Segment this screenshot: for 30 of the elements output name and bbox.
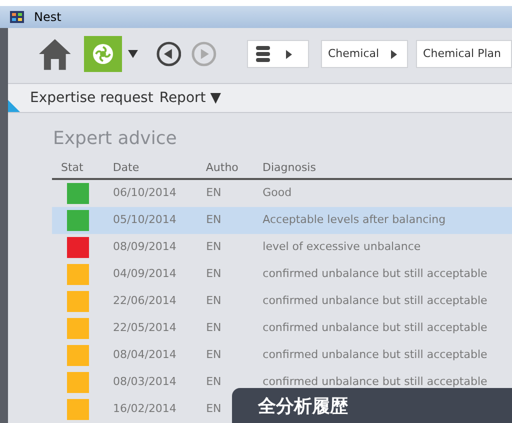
table-cell: confirmed unbalance but still acceptable	[262, 294, 488, 308]
table-cell: 08/09/2014	[113, 240, 176, 254]
table-cell: 22/05/2014	[113, 321, 176, 334]
table-cell: 16/02/2014	[113, 402, 176, 416]
table-cell: Good	[262, 186, 292, 200]
table-cell: 08/04/2014	[113, 348, 176, 362]
table-cell: level of excessive unbalance	[262, 240, 421, 254]
table-cell: EN	[206, 267, 222, 280]
table-cell: EN	[206, 321, 222, 334]
table-cell: EN	[206, 402, 222, 416]
table-cell: Acceptable levels after balancing	[262, 213, 446, 226]
table-cell: EN	[206, 294, 222, 308]
subbar-title: Expertise request	[30, 88, 154, 108]
table-cell: EN	[206, 213, 222, 226]
table-cell: confirmed unbalance but still acceptable	[262, 321, 488, 334]
section-title: Expert advice	[53, 127, 178, 151]
table-cell: EN	[206, 375, 222, 388]
table-cell: 04/09/2014	[113, 267, 176, 280]
table-cell: 06/10/2014	[113, 186, 176, 200]
table-cell: confirmed unbalance but still acceptable	[262, 267, 488, 280]
table-cell: EN	[206, 186, 222, 200]
table-cell: 08/03/2014	[113, 375, 176, 388]
table-cell: 05/10/2014	[113, 213, 176, 226]
table-cell: EN	[206, 348, 222, 362]
window-title: Nest	[34, 9, 62, 26]
table-cell: confirmed unbalance but still acceptable	[262, 348, 488, 362]
overlay-title: 全分析履歴	[258, 396, 348, 417]
table-cell: confirmed unbalance but still acceptable	[262, 375, 488, 388]
table-cell: 22/06/2014	[113, 294, 176, 308]
table-cell: EN	[206, 240, 222, 254]
